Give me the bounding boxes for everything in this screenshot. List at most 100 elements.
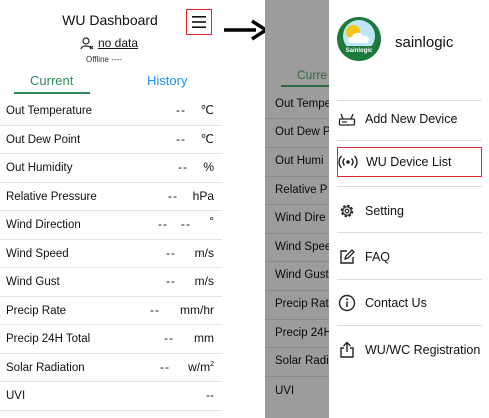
row-value: -- [176,103,186,117]
menu-item-setting[interactable]: Setting [337,196,482,226]
row-label: UVI [6,390,26,402]
dimmed-row-label: Out Dew P [275,126,329,138]
dimmed-row-label: Relative P [275,184,328,196]
dimmed-row-label: UVI [275,385,295,397]
dimmed-divider [265,118,329,119]
menu-item-contact-us[interactable]: Contact Us [337,288,482,318]
drawer-divider [337,140,482,141]
menu-item-label: Setting [365,204,404,218]
menu-item-label: FAQ [365,250,391,264]
row-unit: ° [209,214,214,228]
menu-item-label: WU/WC Registration [365,343,481,357]
row-label: Wind Direction [6,219,81,231]
row-value: -- [206,388,214,402]
row-label: Out Humidity [6,162,73,174]
drawer-divider [337,186,482,187]
row-wind-speed: Wind Speed -- m/s [0,240,222,269]
active-tab-indicator [14,92,90,94]
row-label: Solar Radiation [6,361,85,374]
row-value: -- [160,359,170,374]
sainlogic-logo: Sainlogic [337,17,381,61]
menu-item-label: Contact Us [365,296,427,310]
tab-current[interactable]: Current [30,73,73,88]
dimmed-divider [265,347,329,348]
info-icon [337,293,357,313]
drawer-divider [337,279,482,280]
menu-item-wu-device-list[interactable]: WU Device List [337,147,482,177]
row-label: Relative Pressure [6,190,97,203]
row-wind-direction: Wind Direction -- -- ° [0,211,222,240]
brand-name: sainlogic [395,34,454,51]
page-title: WU Dashboard [62,12,158,28]
menu-item-add-new-device[interactable]: Add New Device [337,104,482,134]
row-solar-radiation: Solar Radiation -- w/m2 [0,354,222,383]
row-unit: mm/hr [180,302,214,317]
row-unit: m/s [194,274,214,288]
menu-icon [192,16,206,28]
offline-status: Offline ---- [86,55,122,64]
row-value: -- [150,302,160,317]
menu-item-label: Add New Device [365,112,458,126]
row-value: -- [166,245,176,260]
row-label: Precip 24H Total [6,333,91,345]
user-icon [80,36,94,49]
row-out-humidity: Out Humidity -- % [0,154,222,183]
row-relative-pressure: Relative Pressure -- hPa [0,183,222,212]
row-value: -- [168,188,178,203]
navigation-drawer: Sainlogic sainlogic Add New Device WU De… [329,0,489,418]
arrow-right-icon [224,19,268,41]
dimmed-row-label: Wind Spee [275,241,329,253]
row-label: Precip Rate [6,304,67,317]
dimmed-row-label: Out Humi [275,155,324,167]
row-unit: ℃ [200,103,214,117]
logo-graphic: Sainlogic [337,17,381,61]
external-link-icon [337,340,357,360]
dimmed-divider [265,176,329,177]
row-value: -- [178,160,188,174]
user-status[interactable]: no data [80,36,138,50]
row-unit: hPa [192,188,214,203]
row-unit: m/s [194,245,214,260]
dimmed-divider [265,290,329,291]
no-data-link[interactable]: no data [98,36,138,50]
row-label: Wind Gust [6,276,60,288]
edit-icon [337,247,357,267]
drawer-divider [337,100,482,101]
row-label: Out Temperature [6,105,93,117]
row-value: -- [176,131,186,146]
drawer-divider [337,232,482,233]
row-uvi: UVI -- [0,382,222,411]
row-value: -- -- [158,217,191,231]
row-label: Out Dew Point [6,133,81,146]
row-value: -- [164,331,174,345]
tab-bar: Current History [0,73,222,94]
dimmed-divider [265,233,329,234]
dimmed-divider [265,204,329,205]
row-out-dew-point: Out Dew Point -- ℃ [0,126,222,155]
broadcast-icon [338,152,358,172]
dimmed-row-label: Precip Rat [275,298,329,310]
row-value: -- [166,274,176,288]
menu-item-wu-wc-registration[interactable]: WU/WC Registration [337,335,482,365]
dimmed-tab-current: Curre [297,68,328,82]
hamburger-menu-button[interactable] [186,9,212,35]
row-out-temperature: Out Temperature -- ℃ [0,97,222,126]
row-precip-rate: Precip Rate -- mm/hr [0,297,222,326]
row-unit: mm [194,331,214,345]
dimmed-dashboard-overlay[interactable]: Curre Out Tempe Out Dew P Out Humi Relat… [265,0,329,418]
dimmed-tab-indicator [281,85,329,87]
row-label: Wind Speed [6,247,69,260]
dashboard-panel: WU Dashboard no data Offline ---- Curren… [0,0,222,418]
dimmed-row-label: Precip 24H [275,327,329,339]
dimmed-row-label: Out Tempe [275,98,329,110]
tab-history[interactable]: History [147,73,187,88]
gear-icon [337,201,357,221]
menu-item-label: WU Device List [366,155,452,169]
drawer-divider [337,325,482,326]
dimmed-divider [265,147,329,148]
dimmed-row-label: Wind Dire [275,212,326,224]
row-unit: ℃ [200,131,214,146]
menu-item-faq[interactable]: FAQ [337,242,482,272]
dimmed-row-label: Wind Gust [275,269,329,281]
dimmed-row-label: Solar Radi [275,355,329,367]
